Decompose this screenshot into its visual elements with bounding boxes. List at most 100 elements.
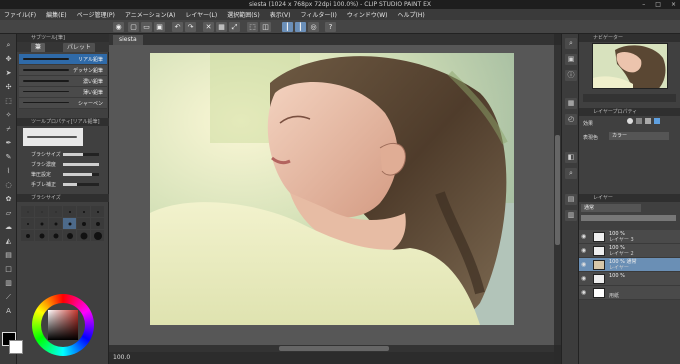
navigator-thumbnail[interactable]: [592, 43, 668, 89]
brush-item-dark-pencil[interactable]: 濃い鉛筆: [19, 76, 107, 87]
brush-size-cell[interactable]: [77, 218, 90, 229]
menu-view[interactable]: 表示(V): [270, 10, 291, 19]
text-icon[interactable]: A: [3, 306, 14, 316]
brush-size-cell[interactable]: [91, 218, 104, 229]
pencil-icon[interactable]: ✎: [3, 152, 14, 162]
info-icon[interactable]: ⓘ: [565, 70, 577, 81]
navigator-icon[interactable]: ⌕: [565, 38, 577, 49]
layer-row[interactable]: ◉ 100 % レイヤー 3: [579, 230, 680, 244]
sub-view-icon[interactable]: ▣: [565, 54, 577, 65]
prop-slider[interactable]: [63, 183, 99, 186]
brush-size-cell[interactable]: [63, 206, 76, 217]
brush-size-cell[interactable]: [77, 206, 90, 217]
prop-slider[interactable]: [63, 153, 99, 156]
frame-icon[interactable]: ▥: [3, 278, 14, 288]
auto-select-icon[interactable]: ✧: [3, 110, 14, 120]
horizontal-scroll-thumb[interactable]: [279, 346, 389, 351]
menu-file[interactable]: ファイル(F): [4, 10, 36, 19]
expression-color-select[interactable]: カラー: [609, 132, 669, 140]
undo-icon[interactable]: ↶: [172, 22, 183, 32]
brush-size-cell[interactable]: [77, 230, 90, 241]
deselect-icon[interactable]: ⬚: [247, 22, 258, 32]
saturation-value-square[interactable]: [48, 310, 78, 340]
layer-row[interactable]: ◉ 100 % レイヤー 2: [579, 244, 680, 258]
zoom-readout[interactable]: 100.0: [113, 354, 130, 361]
prop-pressure[interactable]: 筆圧設定: [19, 170, 107, 179]
menu-page[interactable]: ページ管理(P): [77, 10, 115, 19]
brush-size-cell[interactable]: [63, 218, 76, 229]
eraser-icon[interactable]: ▱: [3, 208, 14, 218]
decoration-icon[interactable]: ✿: [3, 194, 14, 204]
ruler-icon[interactable]: ⟋: [3, 292, 14, 302]
brush-size-cell[interactable]: [35, 230, 48, 241]
opacity-slider[interactable]: [581, 215, 676, 221]
layer-move-icon[interactable]: ✣: [3, 82, 14, 92]
redo-icon[interactable]: ↷: [185, 22, 196, 32]
visibility-eye-icon[interactable]: ◉: [581, 247, 588, 254]
brush-size-cell[interactable]: [35, 218, 48, 229]
snap-grid-icon[interactable]: ┃: [295, 22, 306, 32]
snap-special-icon[interactable]: ◎: [308, 22, 319, 32]
visibility-eye-icon[interactable]: ◉: [581, 233, 588, 240]
effect-tone-icon[interactable]: [636, 118, 642, 124]
effect-layer-color-icon[interactable]: [654, 118, 660, 124]
minimize-button[interactable]: –: [642, 1, 645, 8]
tab-palette[interactable]: パレット: [63, 43, 96, 52]
material-icon[interactable]: ▤: [565, 194, 577, 205]
figure-icon[interactable]: □: [3, 264, 14, 274]
zoom-icon[interactable]: ⌕: [3, 40, 14, 50]
visibility-eye-icon[interactable]: ◉: [581, 261, 588, 268]
vertical-scroll-thumb[interactable]: [555, 135, 560, 245]
background-color[interactable]: [9, 340, 23, 354]
eyedropper-icon[interactable]: ⌿: [3, 124, 14, 134]
gradient-icon[interactable]: ▤: [3, 250, 14, 260]
operation-icon[interactable]: ➤: [3, 68, 14, 78]
pen-icon[interactable]: ✒: [3, 138, 14, 148]
menu-layer[interactable]: レイヤー(L): [185, 10, 217, 19]
help-icon[interactable]: ?: [325, 22, 336, 32]
layer-panel-icon[interactable]: ▥: [565, 210, 577, 221]
tab-brush[interactable]: 筆: [31, 43, 46, 52]
menu-filter[interactable]: フィルター(I): [301, 10, 337, 19]
document-tab[interactable]: siesta: [113, 35, 143, 45]
prop-slider[interactable]: [63, 173, 99, 176]
layer-property-icon[interactable]: ◧: [565, 152, 577, 163]
brush-item-mechanical-pencil[interactable]: シャーペン: [19, 98, 107, 109]
menu-edit[interactable]: 編集(E): [46, 10, 66, 19]
brush-size-cell[interactable]: [21, 230, 34, 241]
canvas-artwork[interactable]: [150, 53, 514, 325]
snap-ruler-icon[interactable]: ┃: [282, 22, 293, 32]
color-wheel[interactable]: [32, 294, 94, 356]
visibility-eye-icon[interactable]: ◉: [581, 275, 588, 282]
fill-icon[interactable]: ▦: [216, 22, 227, 32]
blend-mode-select[interactable]: 通常: [581, 204, 641, 212]
clip-studio-icon[interactable]: ◉: [113, 22, 124, 32]
brush-size-cell[interactable]: [49, 230, 62, 241]
fill-bucket-icon[interactable]: ◭: [3, 236, 14, 246]
brush-item-sketch-pencil[interactable]: デッサン鉛筆: [19, 65, 107, 76]
save-icon[interactable]: ▣: [154, 22, 165, 32]
invert-selection-icon[interactable]: ◫: [260, 22, 271, 32]
brush-size-cell[interactable]: [21, 218, 34, 229]
menu-window[interactable]: ウィンドウ(W): [347, 10, 388, 19]
menu-selection[interactable]: 選択範囲(S): [227, 10, 260, 19]
move-icon[interactable]: ✥: [3, 54, 14, 64]
prop-brush-size[interactable]: ブラシサイズ: [19, 150, 107, 159]
vertical-scrollbar[interactable]: [554, 45, 561, 345]
transform-icon[interactable]: ⤢: [229, 22, 240, 32]
color-set-icon[interactable]: ▦: [565, 98, 577, 109]
effect-border-icon[interactable]: [627, 118, 633, 124]
brush-size-cell[interactable]: [35, 206, 48, 217]
search-layer-icon[interactable]: ⌕: [565, 168, 577, 179]
airbrush-icon[interactable]: ◌: [3, 180, 14, 190]
layer-row-paper[interactable]: ◉ 用紙: [579, 286, 680, 300]
new-file-icon[interactable]: ▢: [128, 22, 139, 32]
brush-size-cell[interactable]: [21, 206, 34, 217]
menu-animation[interactable]: アニメーション(A): [125, 10, 176, 19]
layer-row[interactable]: ◉ 100 %: [579, 272, 680, 286]
prop-stabilization[interactable]: 手ブレ補正: [19, 180, 107, 189]
effect-color-icon[interactable]: [645, 118, 651, 124]
blend-icon[interactable]: ☁: [3, 222, 14, 232]
brush-size-cell[interactable]: [49, 206, 62, 217]
close-button[interactable]: ×: [671, 1, 676, 8]
